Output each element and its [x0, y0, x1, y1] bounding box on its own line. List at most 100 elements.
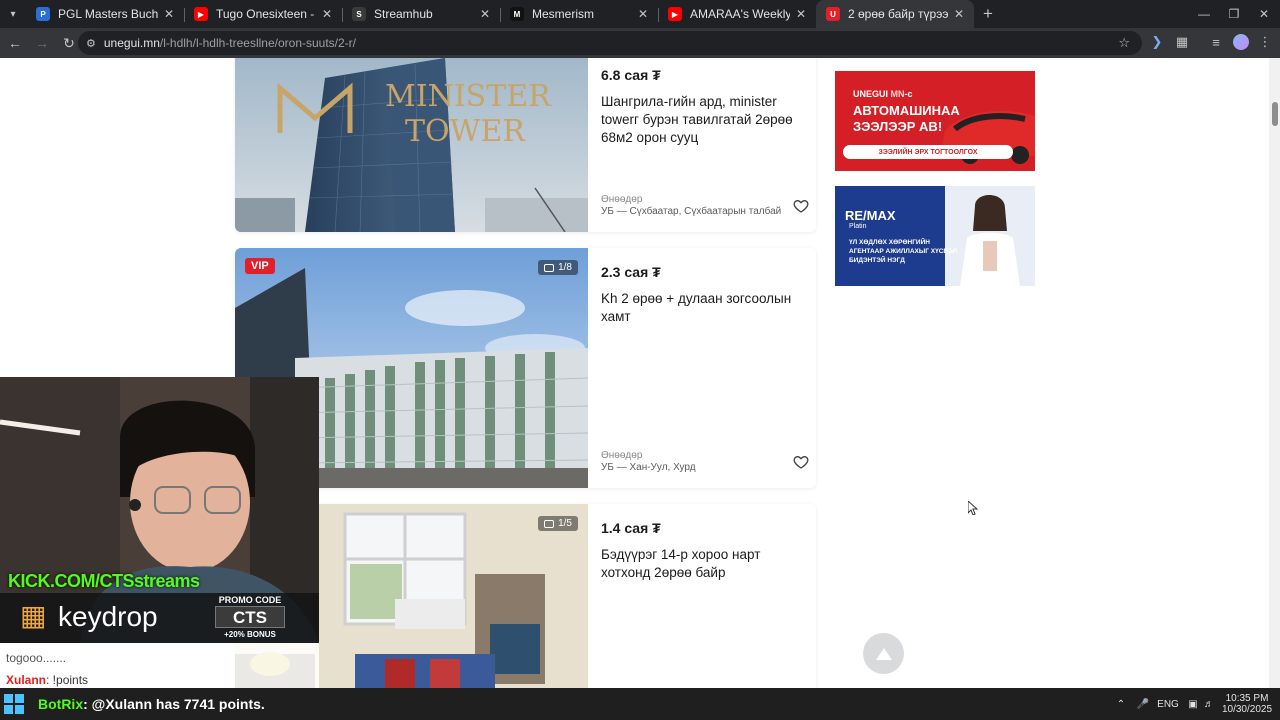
ad-cta-button[interactable]: ЗЭЭЛИЙН ЭРХ ТОГТООЛГОХ [843, 145, 1013, 159]
photo-count-label: 1/5 [558, 518, 572, 529]
listing-card[interactable]: VIP 1/8 2.3 сая ₮ Kh 2 өрөө + дулаан зог… [235, 248, 816, 488]
kick-url-text: KICK.COM/CTSstreams [8, 571, 200, 591]
tab-title: Tugo Onesixteen - YouTube [216, 7, 316, 21]
mouse-cursor-icon [968, 501, 978, 515]
language-indicator[interactable]: ENG [1157, 688, 1179, 720]
ad-banner-remax[interactable]: RE/MAX Platin ҮЛ ХӨДЛӨХ ХӨРӨНГИЙН АГЕНТА… [835, 186, 1035, 286]
clock[interactable]: 10:35 PM 10/30/2025 [1220, 688, 1274, 720]
forward-button[interactable]: → [30, 31, 54, 55]
photo-count: 1/8 [538, 260, 578, 275]
remax-brand: RE/MAX [845, 208, 896, 223]
listing-location: УБ — Хан-Уул, Хурд [601, 462, 696, 473]
profile-avatar[interactable] [1230, 31, 1252, 53]
close-window-icon[interactable]: ✕ [1248, 0, 1280, 28]
listing-price: 6.8 сая ₮ [601, 67, 661, 83]
site-info-icon[interactable]: ⚙ [86, 37, 96, 50]
browser-tab[interactable]: ▶ AMARAA's Weekly Show (Episo... ✕ [658, 0, 816, 28]
listing-title[interactable]: Бэдүүрэг 14-р хороо нарт хотхонд 2өрөө б… [601, 546, 801, 582]
microphone-icon[interactable]: 🎤 [1136, 688, 1150, 720]
listing-title[interactable]: Kh 2 өрөө + дулаан зогсоолын хамт [601, 290, 801, 326]
tab-favicon-icon: P [36, 7, 50, 21]
listing-card[interactable]: 1/5 1.4 сая ₮ Бэдүүрэг 14-р хороо нарт х… [235, 504, 816, 688]
stream-chat-overlay: togooo....... Xulann: !points [0, 643, 319, 688]
listing-info: 1.4 сая ₮ Бэдүүрэг 14-р хороо нарт хотхо… [601, 504, 811, 688]
page-scrollbar[interactable] [1269, 58, 1280, 688]
tab-close-icon[interactable]: ✕ [952, 7, 966, 21]
address-bar[interactable]: ⚙ unegui.mn/l-hdlh/l-hdlh-treesllne/oron… [78, 31, 1142, 55]
tab-close-icon[interactable]: ✕ [794, 7, 808, 21]
browser-tab[interactable]: M Mesmerism ✕ [500, 0, 659, 28]
reading-list-icon[interactable]: ≡ [1205, 31, 1227, 53]
chat-username: Xulann [6, 673, 47, 687]
minister-logo-line1: MINISTER [385, 79, 552, 114]
scrollbar-thumb[interactable] [1272, 102, 1278, 126]
listing-price: 1.4 сая ₮ [601, 520, 661, 536]
scroll-to-top-button[interactable] [863, 633, 904, 674]
tab-title: AMARAA's Weekly Show (Episo... [690, 7, 790, 21]
tab-title: PGL Masters Bucharest 2025 c... [58, 7, 158, 21]
listing-info: 2.3 сая ₮ Kh 2 өрөө + дулаан зогсоолын х… [601, 248, 811, 488]
tab-title: Streamhub [374, 7, 433, 21]
vip-badge: VIP [245, 258, 275, 274]
camera-icon [544, 263, 555, 272]
favorite-heart-icon[interactable] [793, 454, 809, 470]
tab-favicon-icon: U [826, 7, 840, 21]
volume-icon[interactable]: ♬ [1202, 688, 1216, 720]
ad-banner-car[interactable]: UNEGUI MN-с АВТОМАШИНАА ЗЭЭЛЭЭР АВ! ЗЭЭЛ… [835, 71, 1035, 171]
back-button[interactable]: ← [3, 31, 27, 55]
tab-close-icon[interactable]: ✕ [636, 7, 650, 21]
browser-tab[interactable]: P PGL Masters Bucharest 2025 c... ✕ [26, 0, 185, 28]
tray-chevron-icon[interactable]: ⌃ [1114, 688, 1128, 720]
remax-text: ҮЛ ХӨДЛӨХ ХӨРӨНГИЙН АГЕНТААР АЖИЛЛАХЫГ Х… [849, 239, 958, 264]
browser-toolbar: ← → ↻ ⚙ unegui.mn/l-hdlh/l-hdlh-treeslln… [0, 28, 1280, 58]
network-icon[interactable]: ▣ [1186, 688, 1200, 720]
listing-photo[interactable]: MINISTER TOWER [235, 58, 588, 232]
webcam-overlay: KICK.COM/CTSstreams ▦ keydrop PROMO CODE… [0, 377, 319, 643]
arrow-up-icon [875, 647, 892, 660]
chat-message: Xulann: !points [6, 673, 88, 687]
chat-text: : !points [46, 673, 89, 687]
menu-kebab-icon[interactable]: ⋮ [1254, 31, 1276, 53]
favorite-heart-icon[interactable] [793, 198, 809, 214]
tab-close-icon[interactable]: ✕ [162, 7, 176, 21]
sponsor-name: keydrop [58, 601, 158, 632]
photo-count-label: 1/8 [558, 262, 572, 273]
tab-close-icon[interactable]: ✕ [320, 7, 334, 21]
browser-tabstrip: ▾ P PGL Masters Bucharest 2025 c... ✕ ▶ Tugo… [0, 0, 1280, 28]
bot-text: : @Xulann has 7741 points. [83, 696, 265, 712]
sponsor-banner: ▦ keydrop PROMO CODE CTS +20% BONUS [0, 593, 319, 643]
promo-code: CTS [215, 606, 285, 628]
promo-bonus: +20% BONUS [224, 630, 276, 639]
ad-headline-2: ЗЭЭЛЭЭР АВ! [853, 119, 943, 134]
extension-icon[interactable]: ❯ [1146, 31, 1168, 53]
minimize-icon[interactable]: — [1188, 0, 1220, 28]
keydrop-logo-icon: ▦ [20, 600, 47, 631]
tab-search-icon[interactable]: ▾ [0, 0, 26, 28]
bot-username: BotRix [38, 696, 84, 712]
listing-info: 6.8 сая ₮ Шангрила-гийн ард, minister to… [601, 58, 811, 232]
bookmark-star-icon[interactable]: ☆ [1118, 35, 1130, 51]
browser-tab[interactable]: ▶ Tugo Onesixteen - YouTube ✕ [184, 0, 343, 28]
tab-title: 2 өрөө байр түрээслүүлнэ, 2 ө [848, 7, 948, 21]
chat-message: togooo....... [6, 651, 67, 665]
listing-location: УБ — Сүхбаатар, Сүхбаатарын талбай [601, 206, 782, 217]
new-tab-button[interactable]: + [974, 0, 1002, 28]
listing-date: Өнөөдөр [601, 194, 643, 205]
listing-title[interactable]: Шангрила-гийн ард, minister towerг бурэн… [601, 93, 801, 147]
chat-bot-message: BotRix: @Xulann has 7741 points. [38, 696, 265, 712]
browser-tab[interactable]: U 2 өрөө байр түрээслүүлнэ, 2 ө ✕ [816, 0, 974, 28]
photo-count: 1/5 [538, 516, 578, 531]
clock-date: 10/30/2025 [1221, 704, 1273, 715]
minister-logo-line2: TOWER [405, 114, 526, 149]
remax-sub: Platin [849, 223, 867, 230]
start-windows-icon[interactable] [4, 694, 24, 714]
extensions-puzzle-icon[interactable]: ▦ [1171, 31, 1193, 53]
tab-close-icon[interactable]: ✕ [478, 7, 492, 21]
ad-brand-suffix: -с [904, 89, 913, 99]
browser-tab[interactable]: S Streamhub ✕ [342, 0, 501, 28]
clock-time: 10:35 PM [1225, 693, 1269, 704]
restore-icon[interactable]: ❐ [1218, 0, 1250, 28]
listing-card[interactable]: MINISTER TOWER 6.8 сая ₮ Шангрила-гийн а… [235, 58, 816, 232]
listing-price: 2.3 сая ₮ [601, 264, 661, 280]
tab-favicon-icon: ▶ [668, 7, 682, 21]
